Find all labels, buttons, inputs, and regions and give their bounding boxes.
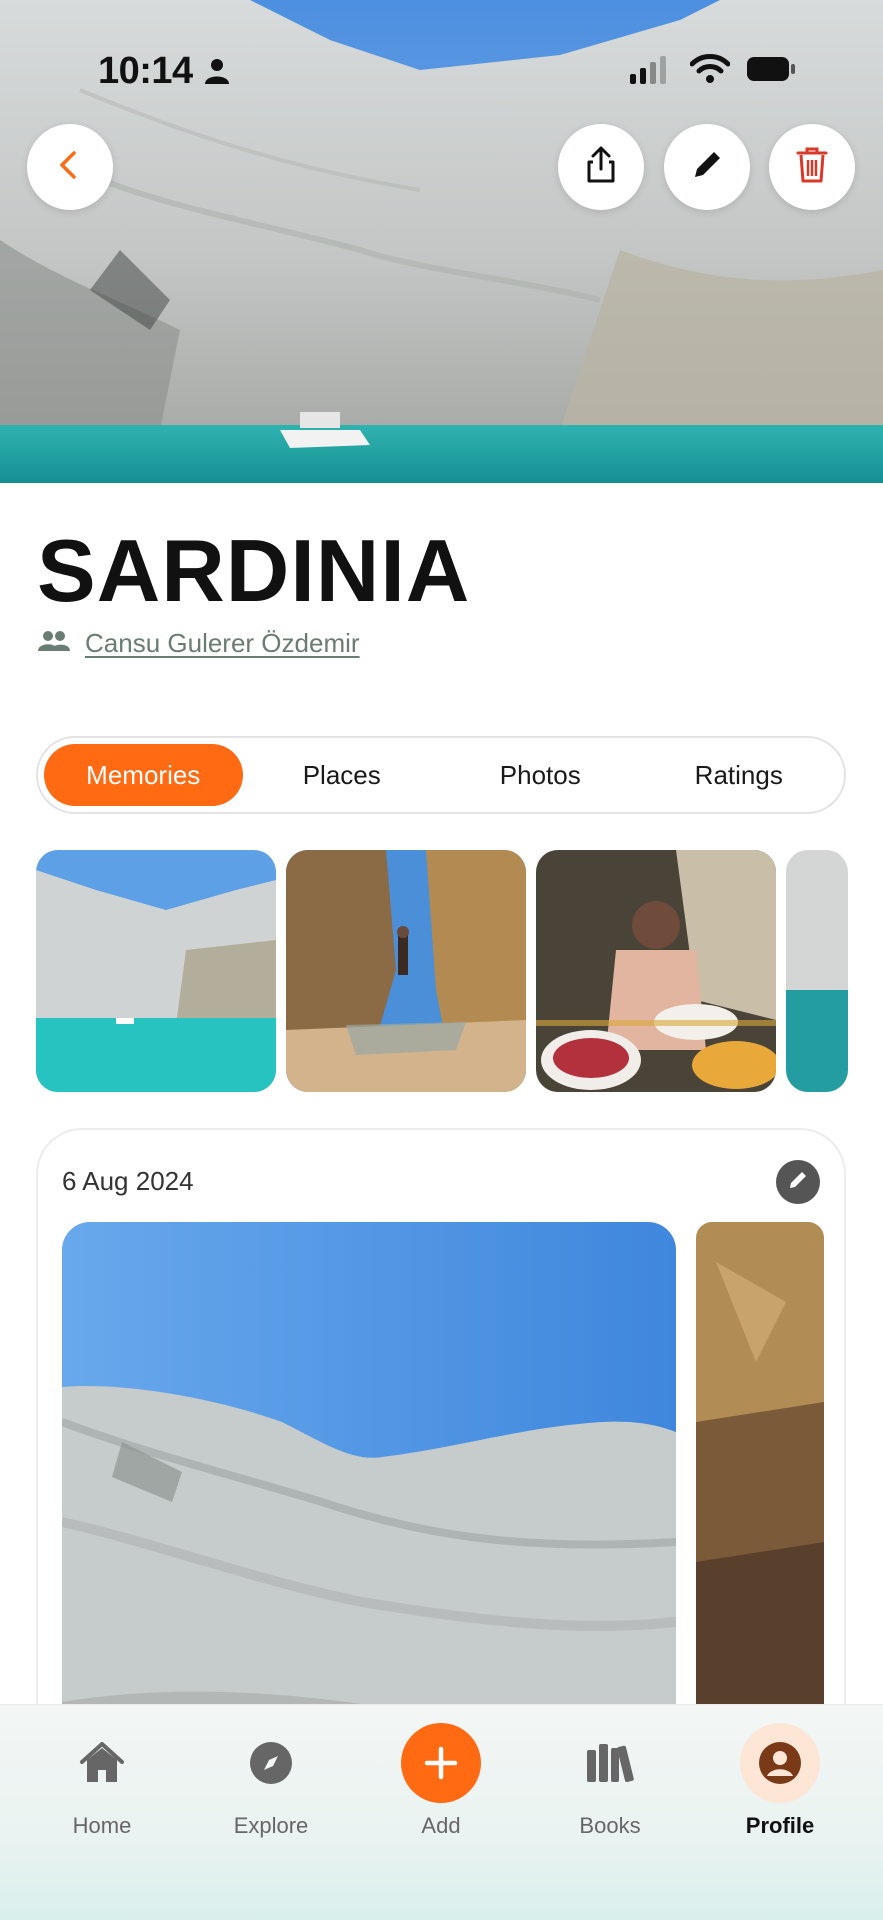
home-icon xyxy=(62,1723,142,1803)
memory-date: 6 Aug 2024 xyxy=(62,1166,194,1196)
wifi-icon xyxy=(689,54,731,89)
nav-books[interactable]: Books xyxy=(540,1723,680,1839)
nav-explore-label: Explore xyxy=(233,1813,309,1838)
group-icon xyxy=(37,629,71,658)
pencil-icon xyxy=(689,147,725,188)
tab-memories[interactable]: Memories xyxy=(44,744,243,806)
owner-name-link[interactable]: Cansu Gulerer Özdemir xyxy=(85,628,360,659)
nav-books-label: Books xyxy=(579,1813,641,1838)
memory-photo-main[interactable] xyxy=(62,1222,676,1726)
delete-button[interactable] xyxy=(769,124,855,210)
nav-explore[interactable]: Explore xyxy=(201,1723,341,1839)
tab-ratings[interactable]: Ratings xyxy=(640,744,839,806)
trip-title: SARDINIA xyxy=(37,521,471,620)
status-bar: 10:14 xyxy=(0,48,883,92)
share-icon xyxy=(581,145,621,190)
nav-home-label: Home xyxy=(72,1813,132,1838)
trash-icon xyxy=(794,145,830,190)
tab-places[interactable]: Places xyxy=(243,744,442,806)
profile-icon xyxy=(740,1723,820,1803)
photo-thumbnail[interactable] xyxy=(36,850,276,1092)
tab-photos[interactable]: Photos xyxy=(441,744,640,806)
pencil-icon xyxy=(787,1169,809,1196)
edit-button[interactable] xyxy=(664,124,750,210)
photo-thumbnail[interactable] xyxy=(786,850,848,1092)
person-icon xyxy=(202,56,232,91)
back-icon xyxy=(52,147,88,188)
books-icon xyxy=(570,1723,650,1803)
back-button[interactable] xyxy=(27,124,113,210)
photo-thumbnail[interactable] xyxy=(286,850,526,1092)
status-time: 10:14 xyxy=(98,50,193,92)
photo-strip xyxy=(36,850,848,1092)
bottom-nav: Home Explore Add Books Profile xyxy=(0,1704,883,1920)
plus-icon xyxy=(401,1723,481,1803)
signal-icon xyxy=(630,56,670,89)
memory-card: 6 Aug 2024 xyxy=(36,1128,846,1728)
battery-icon xyxy=(746,56,796,87)
memory-photo-next[interactable] xyxy=(696,1222,824,1726)
share-button[interactable] xyxy=(558,124,644,210)
nav-profile-label: Profile xyxy=(745,1813,815,1838)
photo-thumbnail[interactable] xyxy=(536,850,776,1092)
nav-add-label: Add xyxy=(421,1813,461,1838)
nav-home[interactable]: Home xyxy=(32,1723,172,1839)
nav-add[interactable]: Add xyxy=(371,1723,511,1839)
trip-owner[interactable]: Cansu Gulerer Özdemir xyxy=(37,628,360,659)
edit-memory-button[interactable] xyxy=(776,1160,820,1204)
trip-tabs: Memories Places Photos Ratings xyxy=(36,736,846,814)
compass-icon xyxy=(231,1723,311,1803)
nav-profile[interactable]: Profile xyxy=(710,1723,850,1839)
